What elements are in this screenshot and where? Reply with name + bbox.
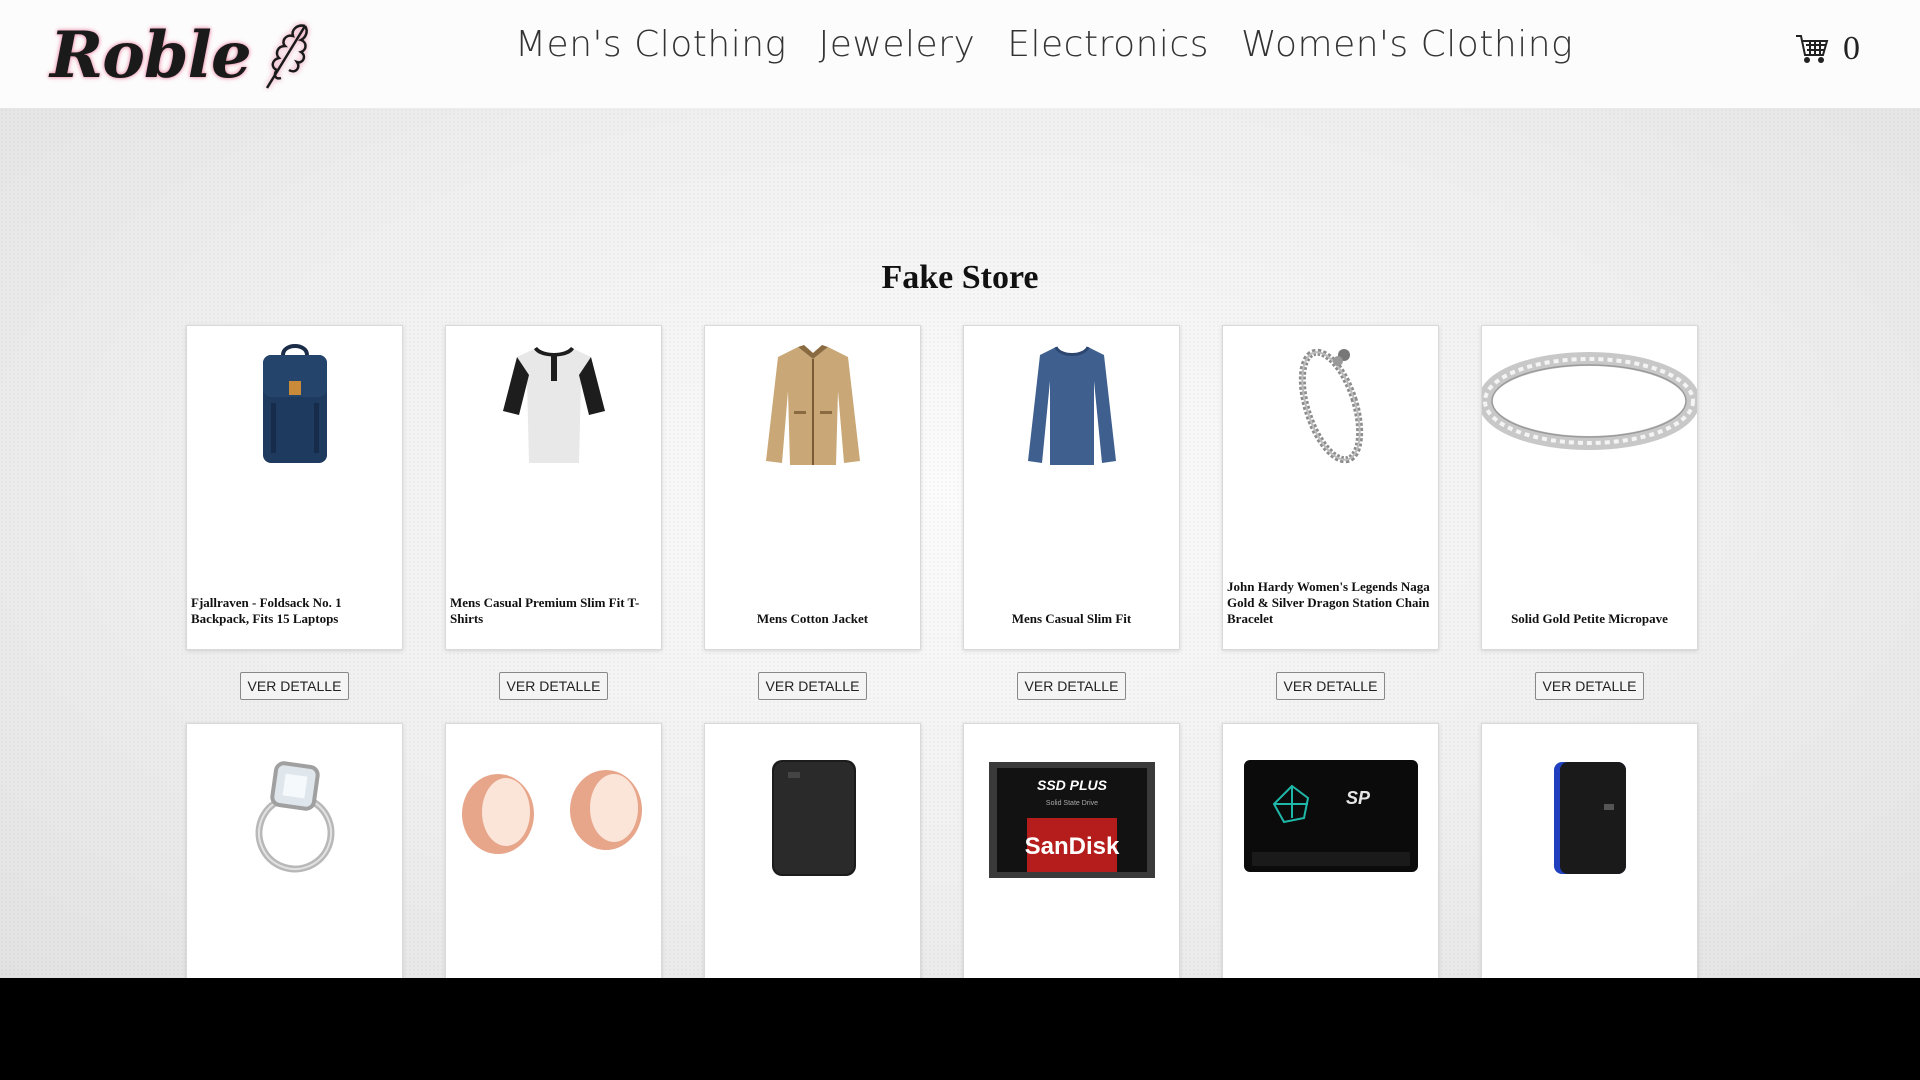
henley-shirt-image	[446, 336, 661, 476]
site-logo[interactable]: Roble	[50, 10, 319, 100]
bangle-image	[1482, 336, 1697, 476]
site-header: Roble Men's Clothing Jewelery Electronic…	[0, 0, 1920, 108]
nav-womens-clothing[interactable]: Women's Clothing	[1241, 24, 1573, 65]
product-card[interactable]: Mens Cotton Jacket	[704, 325, 921, 650]
page-title: Fake Store	[881, 258, 1039, 296]
product-card[interactable]: Solid Gold Petite Micropave	[1481, 325, 1698, 650]
main-nav: Men's Clothing Jewelery Electronics Wome…	[515, 24, 1573, 65]
jacket-image	[705, 336, 920, 476]
page: Roble Men's Clothing Jewelery Electronic…	[0, 0, 1920, 978]
product-card[interactable]: SP	[1222, 723, 1439, 978]
product-title: Mens Cotton Jacket	[756, 611, 869, 626]
sp-ssd-image: SP	[1223, 746, 1438, 886]
product-card[interactable]	[704, 723, 921, 978]
portable-drive-image	[1482, 748, 1697, 888]
product-item: Mens Casual Premium Slim Fit T-Shirts VE…	[445, 325, 662, 723]
ssd-brand: SanDisk	[1024, 833, 1119, 860]
sp-brand: SP	[1346, 788, 1371, 808]
product-card[interactable]	[186, 723, 403, 978]
product-grid: Fjallraven - Foldsack No. 1 Backpack, Fi…	[186, 325, 1698, 978]
nav-electronics[interactable]: Electronics	[1007, 24, 1209, 65]
product-item: Solid Gold Petite Micropave VER DETALLE	[1481, 325, 1698, 723]
diamond-ring-image	[187, 744, 402, 884]
product-card[interactable]	[445, 723, 662, 978]
cart-count: 0	[1843, 30, 1860, 67]
product-item: SP	[1222, 723, 1439, 978]
ssd-image: SSD PLUS Solid State Drive SanDisk	[964, 750, 1179, 890]
view-detail-button[interactable]: VER DETALLE	[498, 672, 609, 700]
shopping-cart-icon	[1796, 35, 1829, 63]
nav-mens-clothing[interactable]: Men's Clothing	[515, 24, 787, 65]
product-item	[186, 723, 403, 978]
view-detail-button[interactable]: VER DETALLE	[757, 672, 868, 700]
view-detail-button[interactable]: VER DETALLE	[239, 672, 350, 700]
product-item: John Hardy Women's Legends Naga Gold & S…	[1222, 325, 1439, 723]
product-item: Mens Casual Slim Fit VER DETALLE	[963, 325, 1180, 723]
view-detail-button[interactable]: VER DETALLE	[1534, 672, 1645, 700]
rose-gold-plugs-image	[446, 744, 661, 884]
product-title: Mens Casual Slim Fit	[1011, 611, 1132, 626]
product-title: John Hardy Women's Legends Naga Gold & S…	[1227, 579, 1430, 626]
product-card[interactable]	[1481, 723, 1698, 978]
nav-jewelery[interactable]: Jewelery	[819, 24, 976, 65]
product-card[interactable]: Fjallraven - Foldsack No. 1 Backpack, Fi…	[186, 325, 403, 650]
chain-bracelet-image	[1223, 336, 1438, 476]
product-item: Mens Cotton Jacket VER DETALLE	[704, 325, 921, 723]
product-item: Fjallraven - Foldsack No. 1 Backpack, Fi…	[186, 325, 403, 723]
product-item	[1481, 723, 1698, 978]
long-sleeve-shirt-image	[964, 336, 1179, 476]
product-card[interactable]: Mens Casual Premium Slim Fit T-Shirts	[445, 325, 662, 650]
ssd-sublabel: Solid State Drive	[1045, 800, 1097, 807]
product-title: Fjallraven - Foldsack No. 1 Backpack, Fi…	[191, 595, 342, 626]
product-item	[704, 723, 921, 978]
external-hard-drive-image	[705, 748, 920, 888]
view-detail-button[interactable]: VER DETALLE	[1275, 672, 1386, 700]
product-title: Solid Gold Petite Micropave	[1511, 611, 1668, 626]
logo-text: Roble	[50, 17, 252, 93]
product-title: Mens Casual Premium Slim Fit T-Shirts	[450, 595, 640, 626]
oak-leaf-icon	[265, 24, 308, 89]
ssd-label: SSD PLUS	[1036, 777, 1107, 793]
product-card[interactable]: John Hardy Women's Legends Naga Gold & S…	[1222, 325, 1439, 650]
cart-button[interactable]: 0	[1795, 30, 1860, 68]
product-item: SSD PLUS Solid State Drive SanDisk	[963, 723, 1180, 978]
view-detail-button[interactable]: VER DETALLE	[1016, 672, 1127, 700]
backpack-image	[187, 336, 402, 476]
product-item	[445, 723, 662, 978]
product-card[interactable]: Mens Casual Slim Fit	[963, 325, 1180, 650]
product-card[interactable]: SSD PLUS Solid State Drive SanDisk	[963, 723, 1180, 978]
